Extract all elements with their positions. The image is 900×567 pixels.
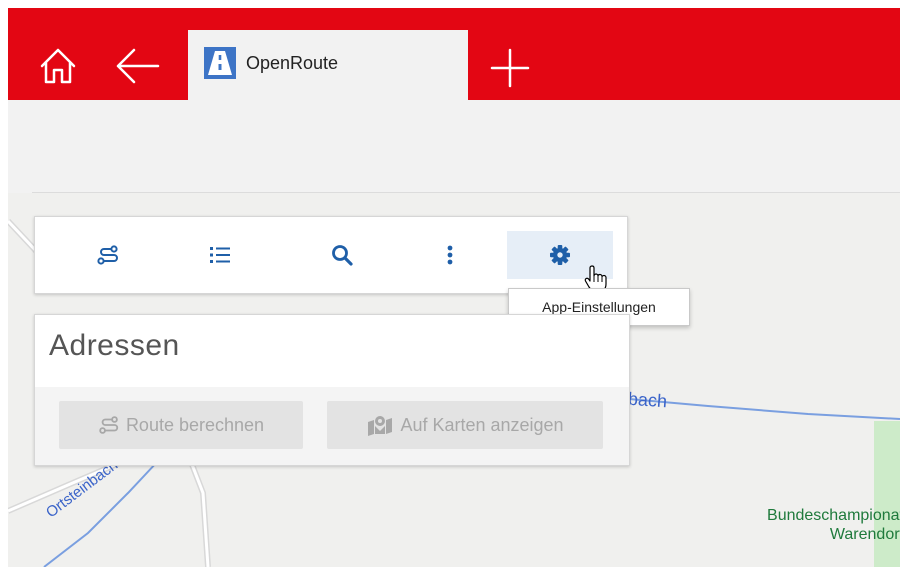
settings-button[interactable] [507, 231, 613, 279]
app-window: OpenRoute bach Ortsteinbach Bundeschampi… [8, 8, 900, 567]
openroute-app-icon [204, 47, 236, 79]
panel-title: Adressen [49, 329, 180, 362]
header-area [8, 100, 900, 192]
map-label-creek: bach [627, 388, 668, 412]
search-icon [332, 245, 353, 266]
top-bar: OpenRoute [8, 8, 900, 102]
home-icon [40, 48, 76, 84]
back-button[interactable] [114, 46, 162, 86]
show-on-map-button[interactable]: Auf Karten anzeigen [327, 401, 603, 449]
route-icon [99, 416, 119, 434]
route-icon [97, 245, 118, 265]
show-on-map-label: Auf Karten anzeigen [400, 414, 564, 435]
calculate-route-button[interactable]: Route berechnen [59, 401, 303, 449]
more-vertical-icon [447, 245, 453, 265]
tab-title: OpenRoute [246, 53, 339, 73]
gear-icon [550, 245, 570, 265]
map-toolbar [34, 216, 628, 294]
search-button[interactable] [289, 231, 395, 279]
arrow-left-icon [116, 48, 160, 84]
tab-openroute[interactable]: OpenRoute [188, 30, 468, 102]
map-label-poi-line2: Warendorf [829, 526, 900, 543]
more-button[interactable] [397, 231, 503, 279]
addresses-panel: Adressen Route berechnen Auf Karten anze… [34, 314, 630, 466]
list-icon [210, 247, 230, 263]
map-label-poi: Bundeschampionat Warendorf [714, 506, 900, 544]
home-button[interactable] [36, 44, 80, 88]
calculate-route-label: Route berechnen [125, 414, 265, 435]
plus-icon [490, 48, 530, 88]
list-button[interactable] [167, 231, 273, 279]
panel-footer: Route berechnen Auf Karten anzeigen [35, 387, 629, 465]
new-tab-button[interactable] [488, 46, 532, 90]
map-marker-icon [368, 416, 393, 436]
route-button[interactable] [55, 231, 161, 279]
map-label-poi-line1: Bundeschampionat [767, 507, 900, 524]
